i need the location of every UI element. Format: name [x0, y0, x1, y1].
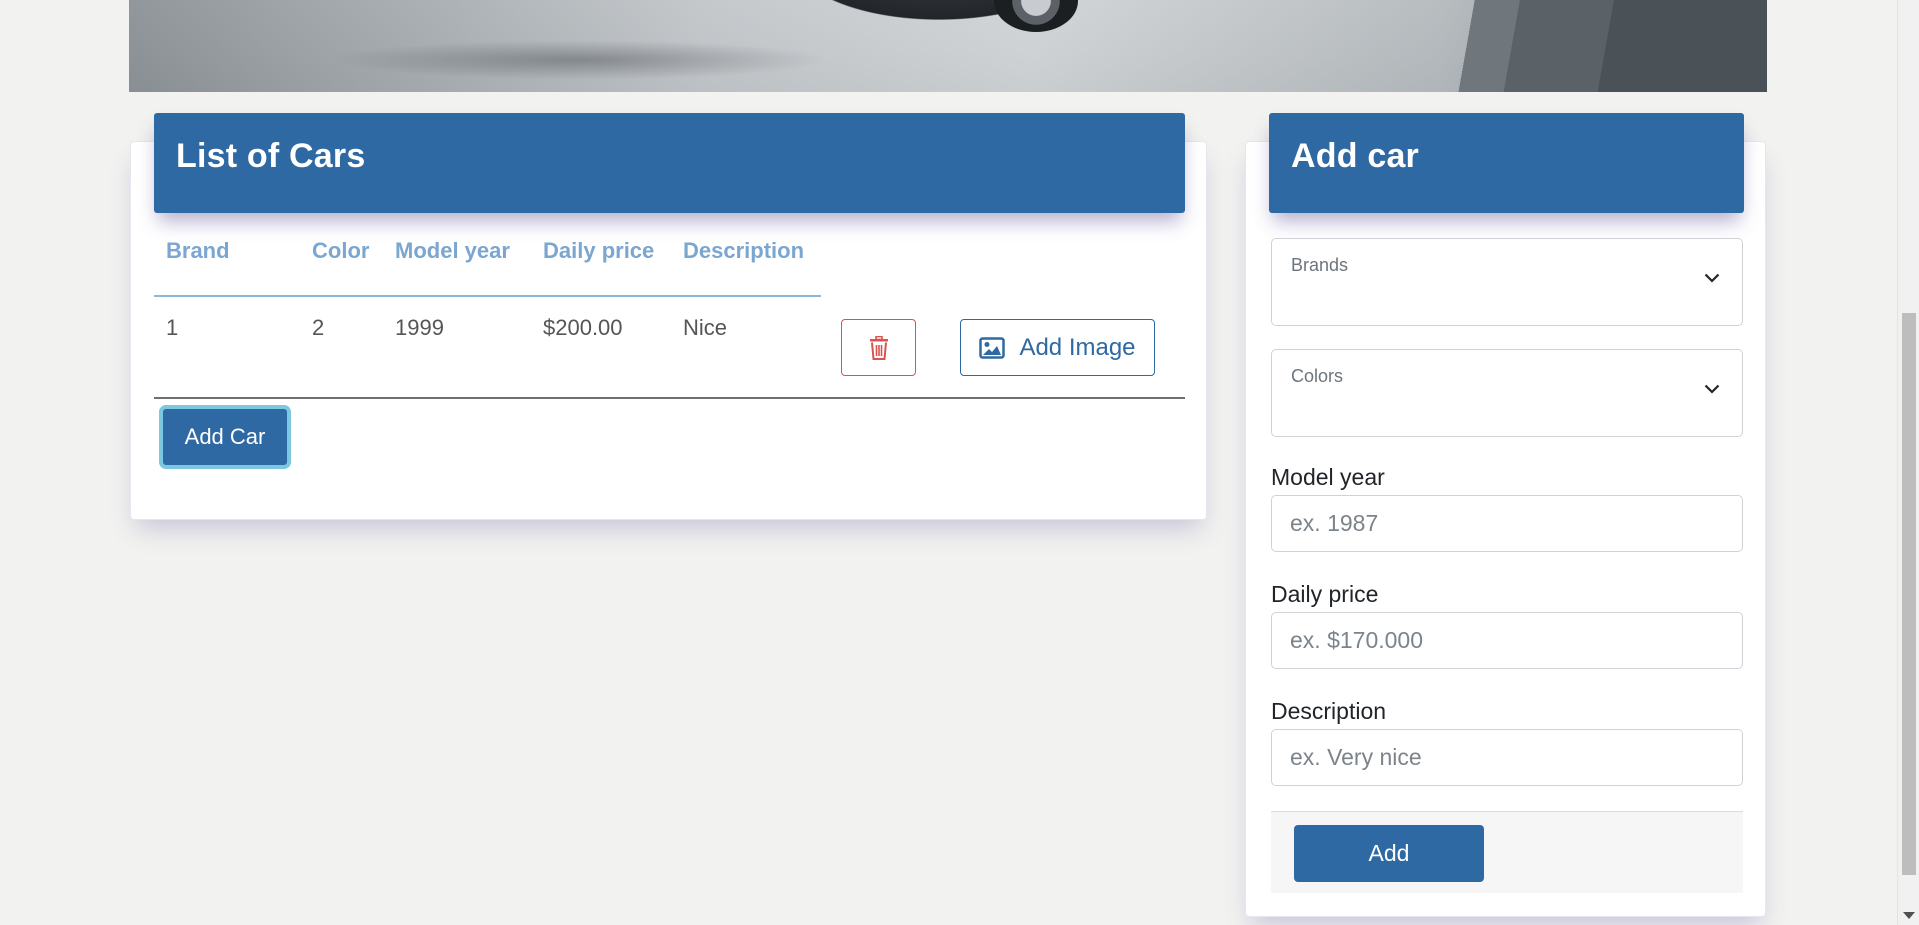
column-header-description: Description — [671, 238, 821, 297]
add-submit-label: Add — [1368, 840, 1410, 866]
cell-color: 2 — [312, 315, 325, 340]
add-car-title: Add car — [1291, 137, 1419, 175]
column-header-color: Color — [300, 238, 383, 297]
daily-price-label: Daily price — [1271, 581, 1379, 607]
add-submit-button[interactable]: Add — [1294, 825, 1484, 882]
model-year-input[interactable] — [1271, 495, 1743, 552]
table-divider — [154, 397, 1185, 399]
column-header-daily-price: Daily price — [531, 238, 671, 297]
cell-model-year: 1999 — [395, 315, 444, 340]
description-label: Description — [1271, 698, 1387, 724]
scroll-down-arrow-icon[interactable] — [1903, 912, 1915, 919]
brands-select-label: Brands — [1291, 255, 1349, 275]
add-car-header: Add car — [1269, 113, 1744, 213]
table-row: 1 2 1999 $200.00 Nice — [154, 296, 821, 396]
image-icon — [979, 336, 1006, 359]
chevron-down-icon — [1704, 384, 1720, 394]
cell-daily-price: $200.00 — [543, 315, 623, 340]
brands-select[interactable]: Brands — [1271, 238, 1743, 326]
add-image-label: Add Image — [1019, 333, 1136, 361]
column-header-model-year: Model year — [383, 238, 531, 297]
colors-select-label: Colors — [1291, 366, 1344, 386]
row-actions: Add Image — [841, 319, 1155, 376]
colors-select[interactable]: Colors — [1271, 349, 1743, 437]
car-list-title: List of Cars — [176, 137, 366, 175]
scrollbar-thumb[interactable] — [1902, 313, 1916, 875]
add-car-card: Add car Brands Colors Model year Daily p… — [1245, 113, 1766, 917]
column-header-brand: Brand — [154, 238, 300, 297]
delete-car-button[interactable] — [841, 319, 916, 376]
hero-banner-image — [129, 0, 1767, 92]
car-list-header: List of Cars — [154, 113, 1185, 213]
model-year-label: Model year — [1271, 464, 1385, 490]
table-header-row: Brand Color Model year Daily price Descr… — [154, 238, 821, 297]
daily-price-input[interactable] — [1271, 612, 1743, 669]
add-image-button[interactable]: Add Image — [960, 319, 1155, 376]
cell-brand: 1 — [166, 315, 179, 340]
cell-description: Nice — [683, 315, 728, 340]
trash-icon — [869, 335, 888, 360]
description-input[interactable] — [1271, 729, 1743, 786]
page-scrollbar[interactable] — [1897, 0, 1919, 925]
add-car-button[interactable]: Add Car — [159, 405, 291, 469]
form-footer: Add — [1271, 811, 1743, 893]
car-list-card: List of Cars Brand Color Model year Dail… — [130, 113, 1207, 520]
add-car-label: Add Car — [184, 424, 266, 449]
chevron-down-icon — [1704, 273, 1720, 283]
